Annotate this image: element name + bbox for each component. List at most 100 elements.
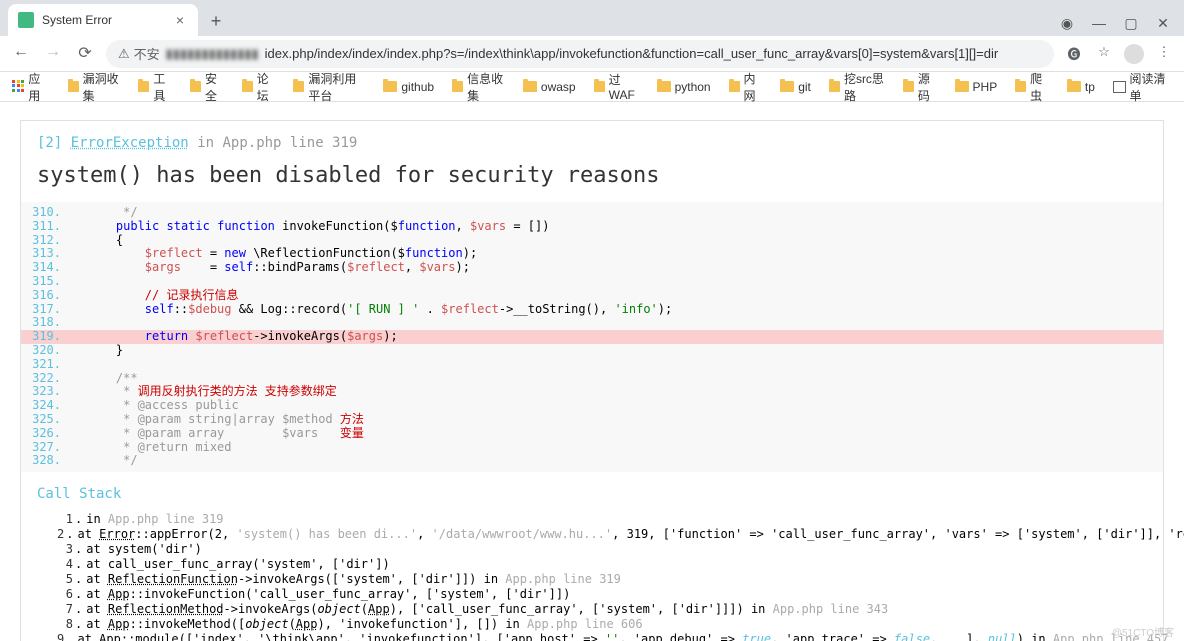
insecure-label: 不安 — [134, 44, 160, 63]
code-line: 326. * @param array $vars 变量 — [21, 427, 1163, 441]
code-text — [69, 316, 1163, 330]
code-line: 314. $args = self::bindParams($reflect, … — [21, 261, 1163, 275]
bookmark-folder[interactable]: owasp — [523, 70, 576, 104]
code-line: 328. */ — [21, 454, 1163, 468]
bookmark-folder[interactable]: git — [780, 70, 811, 104]
bookmark-folder[interactable]: 漏洞利用平台 — [293, 70, 365, 104]
line-number: 326. — [21, 427, 69, 441]
stack-text: at App::invokeMethod([object(App), 'invo… — [86, 617, 642, 632]
code-text: // 记录执行信息 — [69, 289, 1163, 303]
code-text: * @param string|array $method 方法 — [69, 413, 1163, 427]
bookmark-label: 论坛 — [257, 70, 276, 104]
code-line: 318. — [21, 316, 1163, 330]
line-number: 310. — [21, 206, 69, 220]
stack-text: at App::module(['index', '\think\app', '… — [77, 632, 1168, 641]
folder-icon — [383, 81, 397, 92]
code-text: * @param array $vars 变量 — [69, 427, 1163, 441]
apps-icon — [12, 80, 24, 94]
code-text: public static function invokeFunction($f… — [69, 220, 1163, 234]
line-number: 322. — [21, 372, 69, 386]
bookmark-label: tp — [1085, 80, 1095, 94]
code-line: 317. self::$debug && Log::record('[ RUN … — [21, 303, 1163, 317]
back-button[interactable]: ← — [10, 43, 32, 65]
line-number: 319. — [21, 330, 69, 344]
warning-icon: ⚠ — [118, 46, 130, 62]
bookmark-label: python — [675, 80, 711, 94]
bookmark-folder[interactable]: 工具 — [138, 70, 172, 104]
bookmark-folder[interactable]: 源码 — [903, 70, 937, 104]
reload-button[interactable]: ⟳ — [74, 43, 96, 65]
folder-icon — [955, 81, 969, 92]
close-window-button[interactable]: ✕ — [1154, 14, 1172, 32]
stack-number: 7 — [57, 602, 75, 617]
code-text: * @return mixed — [69, 441, 1163, 455]
tab-close-button[interactable]: × — [172, 12, 188, 28]
code-text — [69, 358, 1163, 372]
line-number: 325. — [21, 413, 69, 427]
browser-tab[interactable]: System Error × — [8, 4, 198, 36]
code-line: 313. $reflect = new \ReflectionFunction(… — [21, 247, 1163, 261]
stack-number: 4 — [57, 557, 75, 572]
bookmark-folder[interactable]: 漏洞收集 — [68, 70, 121, 104]
folder-icon — [190, 81, 201, 92]
bookmark-folder[interactable]: 安全 — [190, 70, 224, 104]
folder-icon — [829, 81, 840, 92]
bookmark-label: git — [798, 80, 811, 94]
folder-icon — [452, 81, 463, 92]
maximize-button[interactable]: ▢ — [1122, 14, 1140, 32]
exception-name[interactable]: ErrorException — [71, 135, 189, 151]
line-number: 318. — [21, 316, 69, 330]
profile-icon[interactable] — [1124, 44, 1144, 64]
account-icon[interactable]: ◉ — [1058, 14, 1076, 32]
stack-frame: 2.at Error::appError(2, 'system() has be… — [57, 527, 1147, 542]
code-line: 319. return $reflect->invokeArgs($args); — [21, 330, 1163, 344]
address-bar[interactable]: ⚠ 不安 ▮▮▮▮▮▮▮▮▮▮▮▮▮ idex.php/index/index/… — [106, 40, 1054, 68]
browser-tabbar: System Error × + ◉ — ▢ ✕ — [0, 0, 1184, 36]
menu-icon[interactable]: ⋮ — [1154, 44, 1174, 64]
translate-icon[interactable]: 🅖 — [1064, 44, 1084, 64]
url-blurred: ▮▮▮▮▮▮▮▮▮▮▮▮▮ — [166, 46, 259, 62]
folder-icon — [1067, 81, 1081, 92]
code-line: 312. { — [21, 234, 1163, 248]
bookmark-label: 源码 — [918, 70, 937, 104]
bookmark-folder[interactable]: 爬虫 — [1015, 70, 1049, 104]
bookmark-label: 信息收集 — [467, 70, 505, 104]
stack-frame: 3.at system('dir') — [57, 542, 1147, 557]
bookmark-label: 过WAF — [609, 71, 639, 102]
folder-icon — [903, 81, 914, 92]
code-text: */ — [69, 206, 1163, 220]
bookmark-folder[interactable]: 挖src思路 — [829, 70, 885, 104]
code-text: $reflect = new \ReflectionFunction($func… — [69, 247, 1163, 261]
bookmark-folder[interactable]: 过WAF — [594, 70, 639, 104]
line-number: 317. — [21, 303, 69, 317]
code-text: * 调用反射执行类的方法 支持参数绑定 — [69, 385, 1163, 399]
line-number: 312. — [21, 234, 69, 248]
folder-icon — [594, 81, 605, 92]
reading-list-button[interactable]: 阅读清单 — [1113, 70, 1172, 104]
minimize-button[interactable]: — — [1090, 14, 1108, 32]
forward-button[interactable]: → — [42, 43, 64, 65]
folder-icon — [780, 81, 794, 92]
bookmarks-bar: 应用 漏洞收集工具安全论坛漏洞利用平台 github 信息收集 owasp 过WAF py… — [0, 72, 1184, 102]
apps-button[interactable]: 应用 — [12, 70, 50, 104]
stack-text: at system('dir') — [86, 542, 202, 557]
bookmark-folder[interactable]: tp — [1067, 70, 1095, 104]
star-icon[interactable]: ☆ — [1094, 44, 1114, 64]
code-text: self::$debug && Log::record('[ RUN ] ' .… — [69, 303, 1163, 317]
exception-header: [2] ErrorException in App.php line 319 — [37, 135, 1147, 151]
bookmark-folder[interactable]: python — [657, 70, 711, 104]
bookmark-folder[interactable]: 论坛 — [242, 70, 276, 104]
new-tab-button[interactable]: + — [202, 8, 230, 36]
bookmark-folder[interactable]: PHP — [955, 70, 998, 104]
bookmark-folder[interactable]: github — [383, 70, 434, 104]
bookmark-folder[interactable]: 内网 — [729, 70, 763, 104]
bookmark-folder[interactable]: 信息收集 — [452, 70, 505, 104]
stack-text: in App.php line 319 — [86, 512, 223, 527]
code-line: 316. // 记录执行信息 — [21, 289, 1163, 303]
browser-toolbar: ← → ⟳ ⚠ 不安 ▮▮▮▮▮▮▮▮▮▮▮▮▮ idex.php/index/… — [0, 36, 1184, 72]
exception-message: system() has been disabled for security … — [37, 163, 1147, 188]
reading-list-label: 阅读清单 — [1130, 70, 1172, 104]
stack-frame: 1.in App.php line 319 — [57, 512, 1147, 527]
stack-number: 9 — [57, 632, 66, 641]
code-line: 320. } — [21, 344, 1163, 358]
